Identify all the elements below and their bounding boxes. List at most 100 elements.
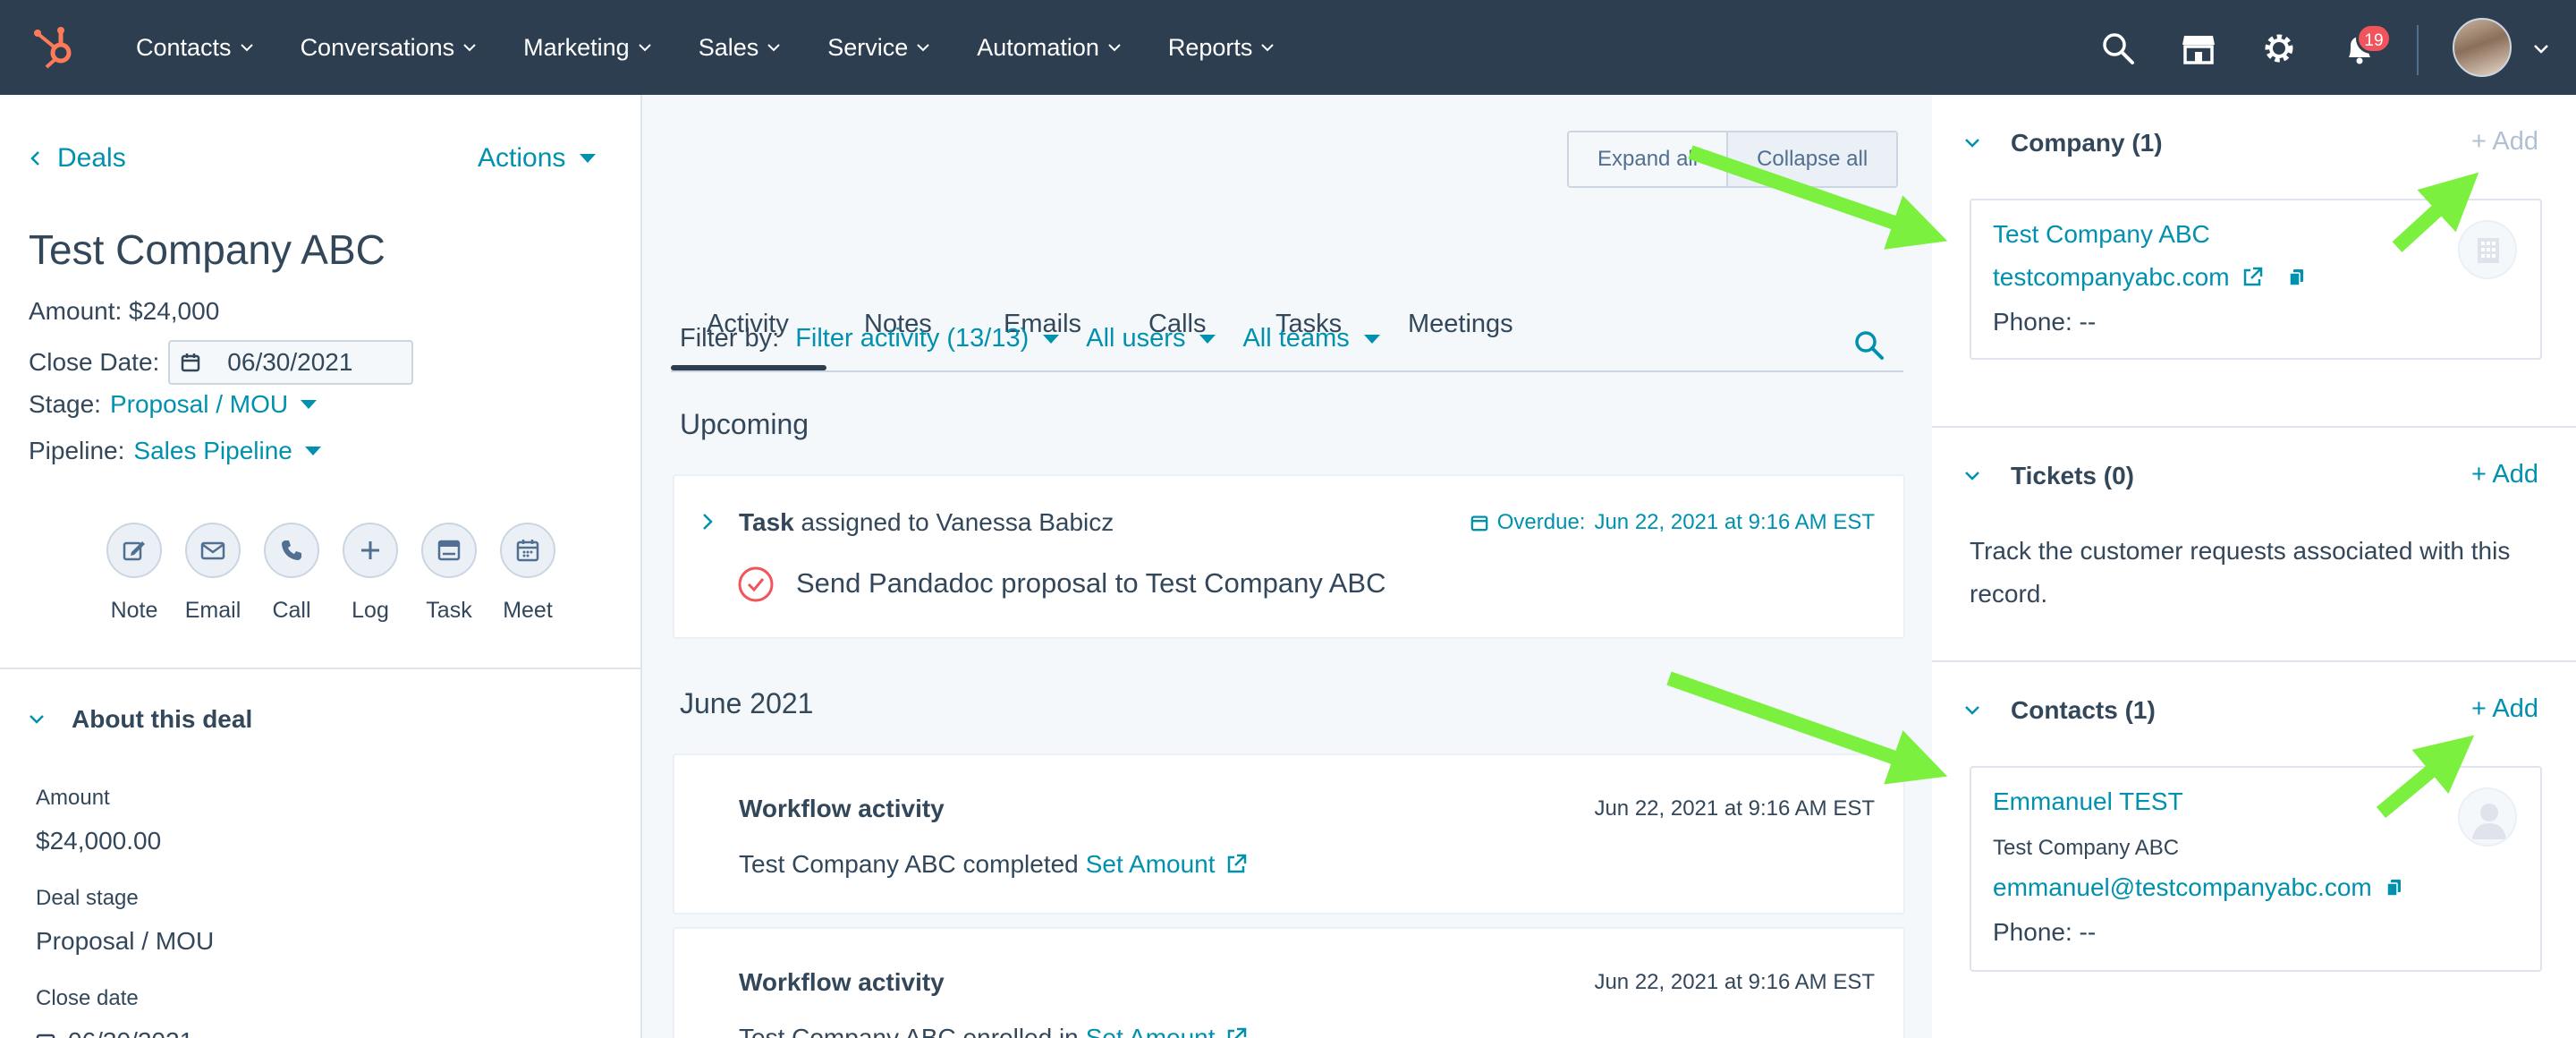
section-divider [0, 668, 640, 669]
tickets-section-toggle[interactable]: Tickets (0) [1964, 462, 2134, 490]
filter-label: Filter by: [680, 324, 780, 353]
workflow-text: Test Company ABC enrolled in [739, 1024, 1079, 1038]
avatar[interactable] [2453, 18, 2512, 77]
close-date-row: Close Date: 06/30/2021 [29, 340, 414, 385]
company-name-link[interactable]: Test Company ABC [1993, 220, 2210, 249]
activity-buttons: Note Email Call Log Task Meet [95, 523, 567, 624]
about-deal-toggle[interactable]: About this deal [29, 705, 252, 734]
contact-card: Emmanuel TEST Test Company ABC emmanuel@… [1970, 766, 2542, 972]
company-domain-link[interactable]: testcompanyabc.com [1993, 263, 2230, 292]
envelope-icon [200, 541, 225, 560]
set-amount-link[interactable]: Set Amount [1086, 850, 1216, 879]
workflow-date: Jun 22, 2021 at 9:16 AM EST [1594, 796, 1875, 821]
hubspot-logo[interactable] [30, 22, 80, 72]
task-button[interactable]: Task [410, 523, 488, 624]
calendar-icon [516, 540, 539, 562]
workflow-card[interactable]: Workflow activity Jun 22, 2021 at 9:16 A… [673, 927, 1905, 1038]
chevron-down-icon [463, 44, 476, 52]
log-button[interactable]: Log [331, 523, 410, 624]
copy-icon[interactable] [2385, 878, 2402, 898]
task-icon [437, 540, 461, 561]
nav-reports[interactable]: Reports [1168, 34, 1275, 62]
external-link-icon[interactable] [2241, 266, 2264, 289]
company-section-toggle[interactable]: Company (1) [1964, 129, 2163, 157]
set-amount-link[interactable]: Set Amount [1086, 1024, 1216, 1038]
tab-meetings[interactable]: Meetings [1408, 310, 1513, 339]
expand-all-button[interactable]: Expand all [1569, 132, 1727, 186]
company-card: Test Company ABC testcompanyabc.com Phon… [1970, 199, 2542, 360]
nav-contacts[interactable]: Contacts [136, 34, 254, 62]
calendar-icon [1470, 515, 1488, 532]
add-contact-button[interactable]: + Add [2471, 694, 2538, 724]
note-button[interactable]: Note [95, 523, 174, 624]
page-title: Test Company ABC [29, 226, 386, 273]
call-button[interactable]: Call [252, 523, 331, 624]
contact-name-link[interactable]: Emmanuel TEST [1993, 787, 2183, 816]
company-phone: Phone: -- [1993, 308, 2097, 336]
plus-icon [361, 541, 379, 559]
calendar-icon [36, 1034, 55, 1038]
stage-label: Stage: [29, 390, 101, 418]
contacts-section-toggle[interactable]: Contacts (1) [1964, 696, 2156, 725]
notification-badge: 19 [2356, 23, 2392, 54]
section-divider [1932, 426, 2576, 428]
task-complete-checkbox[interactable] [737, 566, 775, 603]
phone-icon [282, 540, 301, 560]
search-icon[interactable] [1852, 328, 1887, 363]
marketplace-icon[interactable] [2181, 30, 2216, 66]
filter-users-dropdown[interactable]: All users [1086, 324, 1216, 353]
nav-automation[interactable]: Automation [977, 34, 1122, 62]
copy-icon[interactable] [2288, 268, 2305, 287]
chevron-down-icon [767, 44, 780, 52]
building-icon [2478, 238, 2499, 263]
workflow-title: Workflow activity [739, 968, 945, 996]
expand-collapse-group: Expand all Collapse all [1567, 131, 1899, 188]
meet-button[interactable]: Meet [488, 523, 567, 624]
caret-down-icon [304, 447, 321, 455]
activity-panel: Expand all Collapse all Activity Notes E… [642, 95, 1932, 1038]
pipeline-dropdown[interactable]: Sales Pipeline [133, 437, 321, 465]
chevron-down-icon [1108, 44, 1121, 52]
about-deal-stage: Deal stage Proposal / MOU [36, 886, 215, 955]
workflow-title: Workflow activity [739, 795, 945, 822]
email-button[interactable]: Email [174, 523, 252, 624]
nav-service[interactable]: Service [827, 34, 930, 62]
chevron-down-icon [638, 44, 651, 52]
close-date-input[interactable]: 06/30/2021 [168, 340, 414, 385]
contact-email-link[interactable]: emmanuel@testcompanyabc.com [1993, 873, 2372, 902]
calendar-icon [182, 353, 200, 372]
main-menu: Contacts Conversations Marketing Sales S… [136, 0, 1321, 95]
filter-activity-dropdown[interactable]: Filter activity (13/13) [795, 324, 1060, 353]
chevron-right-icon[interactable] [701, 512, 714, 532]
close-date-label: Close Date: [29, 348, 160, 376]
nav-marketing[interactable]: Marketing [523, 34, 652, 62]
about-close-date: Close date 06/30/2021 [36, 986, 193, 1038]
external-link-icon[interactable] [1224, 1026, 1248, 1038]
nav-conversations[interactable]: Conversations [301, 34, 478, 62]
edit-icon [123, 541, 145, 561]
add-ticket-button[interactable]: + Add [2471, 460, 2538, 489]
filter-teams-dropdown[interactable]: All teams [1242, 324, 1380, 353]
caret-down-icon [301, 400, 318, 409]
stage-dropdown[interactable]: Proposal / MOU [110, 390, 318, 419]
actions-dropdown[interactable]: Actions [478, 143, 597, 174]
deal-amount: Amount: $24,000 [29, 297, 220, 325]
chevron-down-icon[interactable] [2533, 44, 2549, 55]
add-company-button[interactable]: + Add [2471, 127, 2538, 157]
search-icon[interactable] [2100, 30, 2136, 66]
deal-sidebar: Deals Actions Test Company ABC Amount: $… [0, 95, 642, 1038]
tickets-empty-text: Track the customer requests associated w… [1970, 537, 2511, 608]
task-card[interactable]: Task assigned to Vanessa Babicz Overdue:… [673, 474, 1905, 639]
collapse-all-button[interactable]: Collapse all [1726, 132, 1897, 186]
nav-sales[interactable]: Sales [699, 34, 782, 62]
contact-company: Test Company ABC [1993, 836, 2180, 860]
stage-row: Stage: Proposal / MOU [29, 390, 318, 419]
close-date-value: 06/30/2021 [227, 348, 353, 376]
workflow-card[interactable]: Workflow activity Jun 22, 2021 at 9:16 A… [673, 753, 1905, 915]
chevron-left-icon [30, 151, 39, 166]
gear-icon[interactable] [2261, 30, 2297, 66]
upcoming-heading: Upcoming [680, 408, 809, 440]
external-link-icon[interactable] [1224, 853, 1248, 876]
chevron-down-icon [1965, 706, 1979, 715]
breadcrumb-deals[interactable]: Deals [29, 143, 126, 174]
